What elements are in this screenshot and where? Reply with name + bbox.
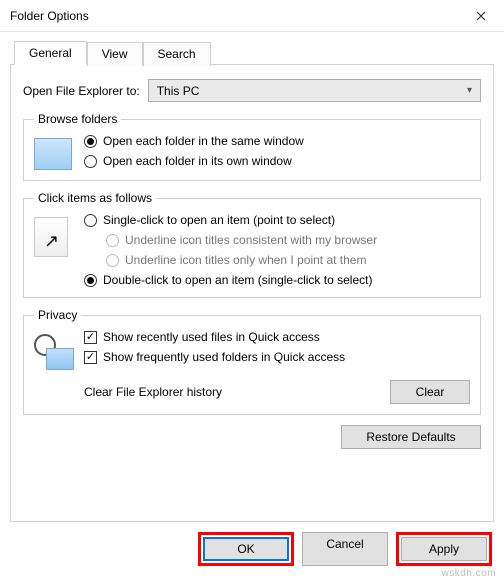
radio-icon (84, 155, 97, 168)
dialog-body: General View Search Open File Explorer t… (0, 32, 504, 522)
privacy-group: Privacy Show recently used files in Quic… (23, 308, 481, 415)
radio-same-window[interactable]: Open each folder in the same window (84, 134, 470, 148)
radio-icon (84, 135, 97, 148)
radio-underline-point-label: Underline icon titles only when I point … (125, 253, 366, 267)
tab-strip: General View Search (10, 41, 494, 65)
radio-double-click-label: Double-click to open an item (single-cli… (103, 273, 372, 287)
window-title: Folder Options (10, 9, 89, 23)
chevron-down-icon: ▾ (467, 85, 472, 96)
radio-icon (106, 254, 119, 267)
radio-double-click[interactable]: Double-click to open an item (single-cli… (84, 273, 470, 287)
tab-search[interactable]: Search (143, 42, 211, 66)
clear-history-label: Clear File Explorer history (84, 385, 222, 399)
close-button[interactable] (458, 0, 504, 32)
restore-defaults-button[interactable]: Restore Defaults (341, 425, 481, 449)
browse-folders-group: Browse folders Open each folder in the s… (23, 112, 481, 181)
radio-same-window-label: Open each folder in the same window (103, 134, 304, 148)
open-explorer-label: Open File Explorer to: (23, 84, 140, 98)
open-explorer-select[interactable]: This PC ▾ (148, 79, 481, 102)
check-recent-files-label: Show recently used files in Quick access (103, 330, 320, 344)
radio-underline-browser: Underline icon titles consistent with my… (84, 233, 470, 247)
checkbox-icon (84, 351, 97, 364)
click-items-group: Click items as follows Single-click to o… (23, 191, 481, 298)
tab-general[interactable]: General (14, 41, 87, 65)
open-explorer-value: This PC (157, 84, 200, 98)
checkbox-icon (84, 331, 97, 344)
apply-button[interactable]: Apply (401, 537, 487, 561)
dialog-footer: OK Cancel Apply (0, 522, 504, 576)
browse-folders-legend: Browse folders (34, 112, 121, 126)
privacy-icon (34, 330, 74, 370)
check-frequent-folders[interactable]: Show frequently used folders in Quick ac… (84, 350, 470, 364)
titlebar: Folder Options (0, 0, 504, 32)
highlight-ok: OK (198, 532, 294, 566)
cancel-button[interactable]: Cancel (302, 532, 388, 566)
close-icon (476, 11, 486, 21)
tab-view[interactable]: View (87, 42, 143, 66)
check-frequent-folders-label: Show frequently used folders in Quick ac… (103, 350, 345, 364)
open-explorer-row: Open File Explorer to: This PC ▾ (23, 79, 481, 102)
tab-panel-general: Open File Explorer to: This PC ▾ Browse … (10, 64, 494, 522)
privacy-legend: Privacy (34, 308, 81, 322)
check-recent-files[interactable]: Show recently used files in Quick access (84, 330, 470, 344)
click-items-legend: Click items as follows (34, 191, 156, 205)
highlight-apply: Apply (396, 532, 492, 566)
radio-icon (106, 234, 119, 247)
radio-own-window[interactable]: Open each folder in its own window (84, 154, 470, 168)
clear-button[interactable]: Clear (390, 380, 470, 404)
ok-button[interactable]: OK (203, 537, 289, 561)
radio-single-click[interactable]: Single-click to open an item (point to s… (84, 213, 470, 227)
browse-folders-icon (34, 134, 74, 170)
radio-own-window-label: Open each folder in its own window (103, 154, 292, 168)
radio-icon (84, 274, 97, 287)
radio-underline-browser-label: Underline icon titles consistent with my… (125, 233, 377, 247)
radio-underline-point: Underline icon titles only when I point … (84, 253, 470, 267)
radio-single-click-label: Single-click to open an item (point to s… (103, 213, 335, 227)
click-items-icon (34, 213, 74, 287)
watermark: wskdh.com (441, 568, 496, 579)
radio-icon (84, 214, 97, 227)
